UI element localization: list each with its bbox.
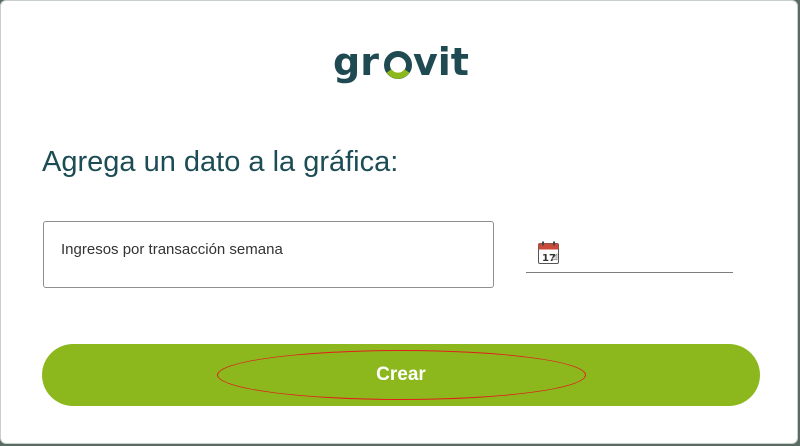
calendar-icon[interactable]: 17 [538,241,559,264]
svg-text:gr: gr [333,40,379,84]
svg-text:vity: vity [413,40,469,84]
date-input[interactable]: 17 [526,239,733,273]
logo-icon: gr vity [333,40,469,84]
form-title: Agrega un dato a la gráfica: [42,146,399,178]
gravity-logo: gr vity [1,37,797,93]
create-button[interactable]: Crear [42,344,760,406]
data-name-input[interactable]: Ingresos por transacción semana [43,221,494,288]
create-button-label: Crear [376,364,426,385]
dialog: gr vity Agrega un dato a la gráfica: Ing… [0,0,798,444]
